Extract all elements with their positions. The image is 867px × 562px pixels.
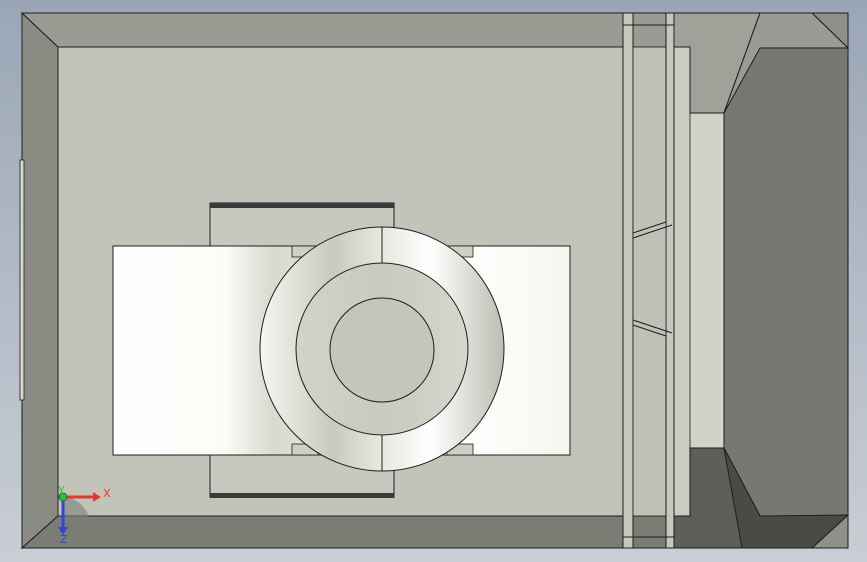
right-light-inner: [689, 112, 725, 449]
bore: [329, 297, 435, 403]
left-edge-strip: [19, 159, 25, 401]
rail-right: [665, 12, 675, 549]
triad-y-label: Y: [57, 484, 65, 497]
bottom-tab-edge: [210, 493, 394, 498]
cad-viewport[interactable]: X Y Z: [0, 0, 867, 562]
rail-left: [622, 12, 634, 549]
cad-scene[interactable]: X Y Z: [0, 0, 867, 562]
right-dark-block: [723, 12, 849, 549]
triad-z-label: Z: [60, 533, 68, 546]
triad-x-label: X: [103, 487, 111, 500]
top-bevel: [20, 12, 691, 48]
top-tab-edge: [210, 203, 394, 208]
bottom-bevel: [20, 515, 691, 549]
rail-channel: [632, 46, 667, 517]
left-bevel: [21, 11, 59, 550]
